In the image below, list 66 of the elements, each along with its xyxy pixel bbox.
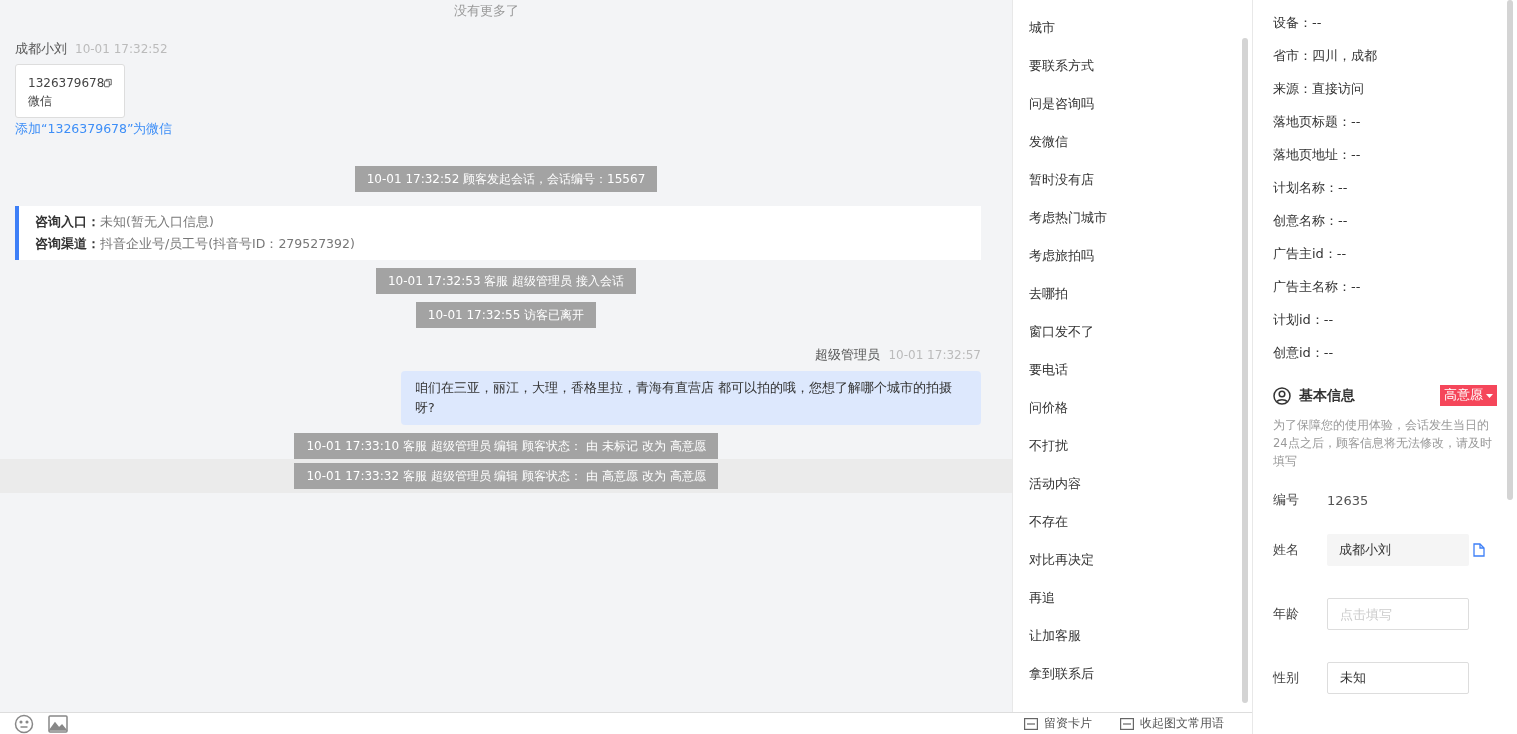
field-label: 编号 [1273,491,1300,509]
visitor-info-line: 落地页地址：-- [1273,146,1362,164]
name-field[interactable]: 成都小刘 [1327,534,1469,566]
quick-reply-item[interactable]: 要联系方式 [1029,54,1252,92]
info-line: 咨询渠道：抖音企业号/员工号(抖音号ID：279527392) [35,236,356,252]
message-time: 10-01 17:32:52 [75,42,168,56]
visitor-info-line: 广告主名称：-- [1273,278,1362,296]
message-bubble: 咱们在三亚，丽江，大理，香格里拉，青海有直营店 都可以拍的哦，您想了解哪个城市的拍摄呀? [401,371,981,425]
scrollbar[interactable] [1507,0,1513,500]
system-message: 10-01 17:33:10 客服 超级管理员 编辑 顾客状态： 由 未标记 改为 高意愿 [294,433,718,459]
field-label: 年龄 [1273,605,1300,623]
notice-text: 为了保障您的使用体验，会话发生当日的24点之后，顾客信息将无法修改，请及时填写 [1273,417,1493,470]
scrollbar[interactable] [1242,38,1248,703]
quick-reply-item[interactable]: 对比再决定 [1029,548,1252,586]
section-title: 基本信息 [1299,386,1356,405]
quick-reply-item[interactable]: 再追 [1029,586,1252,624]
quick-reply-item[interactable]: 考虑热门城市 [1029,206,1252,244]
quick-reply-item[interactable]: 问是咨询吗 [1029,92,1252,130]
card-icon [1024,717,1038,730]
visitor-info-line: 设备：-- [1273,14,1323,32]
message-time: 10-01 17:32:57 [888,348,981,362]
card-icon [1120,717,1134,730]
user-icon [1273,386,1291,405]
sender-name: 超级管理员 [815,346,881,364]
info-line: 咨询入口：未知(暂无入口信息) [35,214,215,230]
visitor-info-line: 计划名称：-- [1273,179,1349,197]
visitor-info-line: 省市：四川，成都 [1273,47,1378,65]
caret-icon [1486,393,1493,398]
visitor-info-line: 落地页标题：-- [1273,113,1362,131]
visitor-info-line: 创意id：-- [1273,344,1335,362]
copy-icon[interactable] [104,77,112,89]
visitor-info-line: 计划id：-- [1273,311,1335,329]
quick-reply-item[interactable]: 拿到联系后 [1029,662,1252,700]
quick-reply-item[interactable]: 考虑旅拍吗 [1029,244,1252,282]
quick-reply-item[interactable]: 活动内容 [1029,472,1252,510]
toolbar-button[interactable]: 留资卡片 [1024,715,1092,732]
sender-name: 成都小刘 [15,40,67,58]
field-label: 姓名 [1273,541,1300,559]
system-message: 10-01 17:32:55 访客已离开 [415,302,597,328]
quick-reply-item[interactable]: 窗口发不了 [1029,320,1252,358]
system-message: 10-01 17:32:52 顾客发起会话，会话编号：15567 [354,166,658,192]
quick-reply-item[interactable]: 暂时没有店 [1029,168,1252,206]
input-field[interactable]: 未知 [1327,662,1469,694]
image-icon[interactable] [48,714,68,733]
quick-reply-item[interactable]: 问价格 [1029,396,1252,434]
visitor-info-line: 创意名称：-- [1273,212,1349,230]
visitor-info-line: 广告主id：-- [1273,245,1348,263]
quick-reply-item[interactable]: 去哪拍 [1029,282,1252,320]
contact-type: 微信 [28,93,53,110]
field-label: 性别 [1273,669,1300,687]
contact-number: 1326379678 [28,75,105,92]
system-message: 10-01 17:32:53 客服 超级管理员 接入会话 [376,268,636,294]
toolbar-button[interactable]: 收起图文常用语 [1120,715,1224,732]
system-message: 10-01 17:33:32 客服 超级管理员 编辑 顾客状态： 由 高意愿 改为 高意愿 [294,463,718,489]
quick-reply-item[interactable]: 不打扰 [1029,434,1252,472]
quick-reply-item[interactable]: 不存在 [1029,510,1252,548]
quick-reply-item[interactable]: 城市 [1029,16,1252,54]
emoji-icon[interactable] [14,713,34,734]
field-value: 12635 [1327,492,1369,508]
copy-icon[interactable] [1473,543,1485,557]
intent-dropdown[interactable]: 高意愿 [1440,385,1497,406]
quick-reply-item[interactable]: 要电话 [1029,358,1252,396]
quick-reply-item[interactable]: 让加客服 [1029,624,1252,662]
quick-reply-item[interactable]: 发微信 [1029,130,1252,168]
visitor-info-line: 来源：直接访问 [1273,80,1365,98]
no-more-text: 没有更多了 [452,2,520,20]
